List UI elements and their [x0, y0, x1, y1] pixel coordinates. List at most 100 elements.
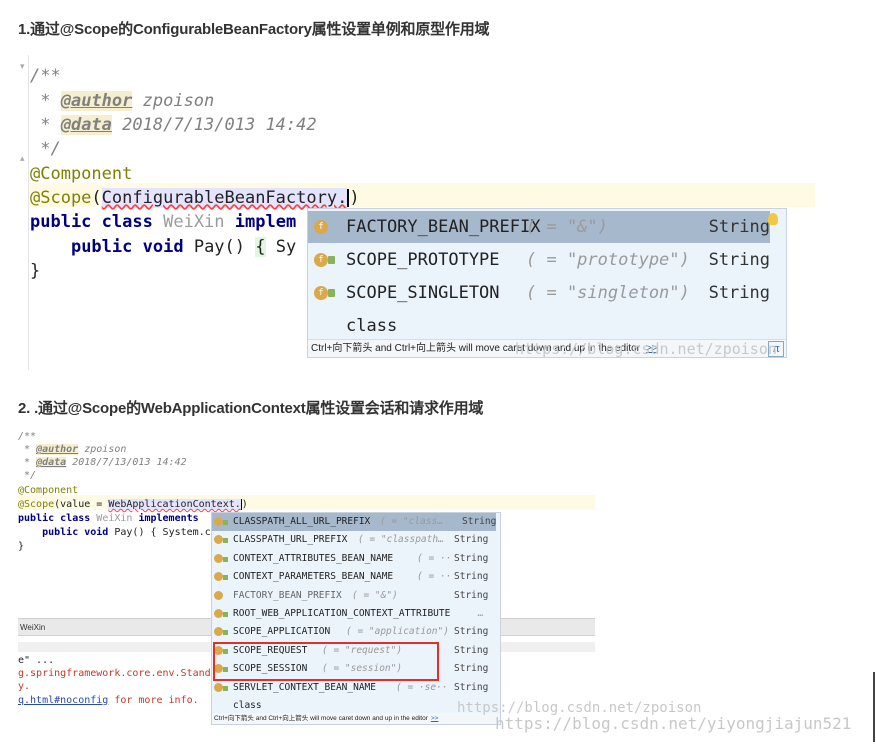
- lock-icon: [223, 612, 228, 617]
- item-type: String: [708, 250, 770, 270]
- keyword: public: [42, 527, 79, 538]
- section-heading-1: 1.通过@Scope的ConfigurableBeanFactory属性设置单例…: [18, 21, 490, 38]
- scope-argument: WebApplicationContext.: [108, 499, 241, 510]
- field-icon: [214, 627, 223, 637]
- keyword: public: [30, 212, 92, 232]
- method-body: { System.c: [150, 527, 211, 538]
- code-line-class: public class WeiXin implements: [18, 512, 199, 525]
- code-line-class: public class WeiXin implem: [30, 211, 296, 233]
- footer-link[interactable]: >>: [431, 715, 439, 722]
- item-type: String: [708, 283, 770, 303]
- watermark: https://blog.csdn.net/zpoison: [515, 340, 777, 358]
- field-icon: [214, 535, 223, 545]
- completion-item[interactable]: ROOT_WEB_APPLICATION_CONTEXT_ATTRIBUTE…: [212, 605, 496, 623]
- item-hint: ( = ··: [417, 552, 452, 564]
- completion-item[interactable]: CONTEXT_ATTRIBUTES_BEAN_NAME ( = ·· String: [212, 550, 496, 568]
- lock-icon: [223, 685, 228, 691]
- keyword: public: [18, 513, 55, 524]
- item-type: String: [462, 516, 497, 527]
- scope-arg-prefix: (value =: [54, 499, 109, 510]
- item-hint: ( = "singleton"): [526, 283, 690, 303]
- item-type: String: [454, 571, 489, 583]
- item-name: CLASSPATH_URL_PREFIX: [233, 534, 348, 546]
- console-line: e" ...: [18, 655, 55, 666]
- console-text: for more info.: [108, 695, 199, 706]
- lightbulb-icon[interactable]: [768, 213, 778, 225]
- item-name: SCOPE_SINGLETON: [346, 283, 500, 303]
- item-name: class: [346, 316, 398, 336]
- code-line-comment-open: /**: [30, 66, 61, 86]
- comment-close: */: [40, 139, 61, 159]
- fold-icon[interactable]: ▾: [20, 61, 26, 71]
- completion-item[interactable]: SERVLET_CONTEXT_BEAN_NAME ( = ·se·· String: [212, 679, 496, 697]
- keyword: class: [60, 513, 91, 524]
- item-name: FACTORY_BEAN_PREFIX: [233, 589, 342, 601]
- code-line-comment-close: */: [30, 138, 61, 160]
- item-type: String: [454, 663, 489, 675]
- field-icon: f: [314, 253, 328, 267]
- keyword: void: [142, 237, 184, 257]
- completion-item[interactable]: SCOPE_APPLICATION ( = "application") Strin…: [212, 623, 496, 641]
- item-type: String: [454, 552, 489, 564]
- completion-item[interactable]: CONTEXT_PARAMETERS_BEAN_NAME ( = ·· String: [212, 568, 496, 586]
- item-hint: …: [478, 608, 484, 619]
- lock-icon: [223, 520, 228, 525]
- javadoc-data-value: 2018/7/13/013 14:42: [72, 457, 187, 468]
- footer-text: Ctrl+向下箭头 and Ctrl+向上箭头 will move caret …: [214, 715, 428, 722]
- console-link[interactable]: q.html#noconfig: [18, 695, 108, 706]
- console-line: g.springframework.core.env.Standar: [18, 668, 223, 679]
- section-heading-2: 2. .通过@Scope的WebApplicationContext属性设置会话…: [18, 400, 484, 417]
- item-type: String: [454, 626, 489, 638]
- completion-item-factory-bean-prefix[interactable]: f FACTORY_BEAN_PREFIX ( = "&") String: [308, 211, 778, 243]
- keyword: implements: [138, 513, 199, 524]
- completion-item[interactable]: FACTORY_BEAN_PREFIX ( = "&") String: [212, 587, 496, 605]
- completion-item-class[interactable]: class: [308, 310, 770, 342]
- fold-icon[interactable]: ▴: [20, 153, 26, 163]
- completion-item-scope-singleton[interactable]: f SCOPE_SINGLETON ( = "singleton") Strin…: [308, 277, 770, 309]
- item-hint: ( = "classpath…: [358, 534, 444, 546]
- code-line-component: @Component: [30, 164, 133, 184]
- item-hint: ( = "&"): [352, 589, 398, 601]
- code-line-method: public void Pay() { System.c: [18, 526, 211, 539]
- code-line-close: }: [18, 541, 25, 552]
- scope-annotation: @Scope: [18, 499, 55, 510]
- code-line-comment-open: /**: [18, 431, 37, 442]
- code-line-scope[interactable]: @Scope(ConfigurableBeanFactory.): [30, 187, 360, 209]
- field-icon: [214, 517, 223, 526]
- javadoc-author-value: zpoison: [142, 91, 215, 111]
- completion-popup-1[interactable]: f FACTORY_BEAN_PREFIX ( = "&") String f …: [307, 208, 787, 358]
- item-hint: ( = ··: [417, 571, 452, 583]
- item-name: SCOPE_APPLICATION: [233, 626, 331, 638]
- editor-gutter: [18, 55, 29, 370]
- item-hint: ( = ·se··: [396, 681, 448, 693]
- item-name: SCOPE_PROTOTYPE: [346, 250, 500, 270]
- item-type: String: [708, 217, 770, 237]
- item-hint: ( = "application"): [346, 626, 449, 638]
- completion-popup-2[interactable]: CLASSPATH_ALL_URL_PREFIX ( = "class… Strin…: [211, 512, 501, 725]
- item-hint: ( = "&"): [526, 217, 608, 237]
- keyword: implem: [234, 212, 297, 232]
- completion-item-scope-prototype[interactable]: f SCOPE_PROTOTYPE ( = "prototype") Strin…: [308, 244, 770, 276]
- comment-close: */: [24, 470, 37, 481]
- code-line-method: public void Pay() { Sy: [30, 236, 296, 258]
- run-tab-label[interactable]: WeiXin: [20, 623, 45, 632]
- code-line-close: }: [30, 261, 41, 281]
- scope-annotation: @Scope: [30, 188, 92, 208]
- code-line-author: * @author zpoison: [18, 444, 127, 455]
- class-name: WeiXin: [96, 513, 133, 524]
- item-name: CONTEXT_ATTRIBUTES_BEAN_NAME: [233, 552, 394, 564]
- completion-item[interactable]: CLASSPATH_URL_PREFIX ( = "classpath… Strin…: [212, 531, 496, 549]
- completion-item[interactable]: CLASSPATH_ALL_URL_PREFIX ( = "class… Strin…: [212, 513, 497, 532]
- field-icon: f: [314, 286, 328, 300]
- lock-icon: [223, 556, 228, 562]
- highlight-box: [213, 642, 439, 681]
- method-signature: Pay(): [114, 527, 145, 538]
- field-icon: [214, 609, 223, 618]
- javadoc-data-value: 2018/7/13/013 14:42: [122, 115, 317, 135]
- page-edge-divider: [873, 672, 875, 742]
- console-line: q.html#noconfig for more info.: [18, 694, 199, 707]
- console-line: y.: [18, 681, 31, 692]
- item-name: CLASSPATH_ALL_URL_PREFIX: [233, 516, 371, 527]
- class-name: WeiXin: [163, 212, 225, 232]
- code-line-scope[interactable]: @Scope(value = WebApplicationContext.): [18, 498, 248, 511]
